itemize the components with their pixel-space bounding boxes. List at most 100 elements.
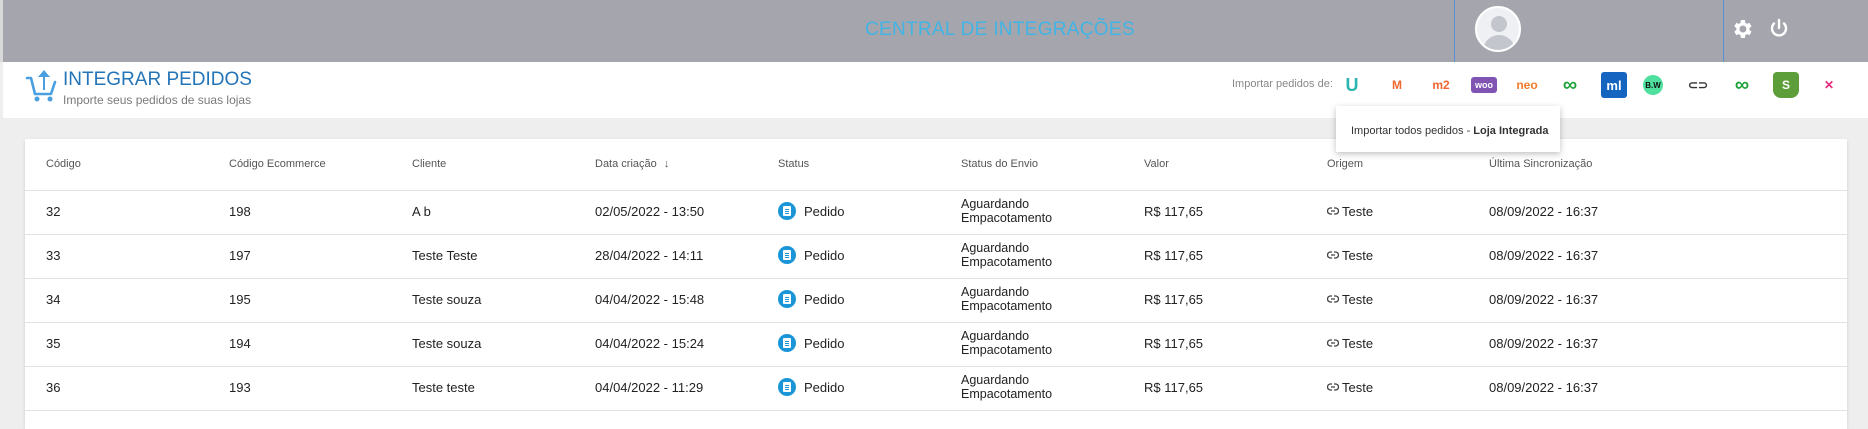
cell-data-criacao: 28/04/2022 - 14:11 [595, 248, 704, 263]
col-data-criacao[interactable]: Data criação ↓ [595, 158, 669, 170]
envio-line-2: Empacotamento [961, 387, 1053, 401]
cell-ultima-sincronizacao: 08/09/2022 - 16:37 [1489, 336, 1599, 351]
envio-line-1: Aguardando [961, 197, 1030, 211]
store-icon-shopify[interactable]: S [1773, 72, 1799, 98]
table-row[interactable]: 32 198 A b 02/05/2022 - 13:50 Pedido Aguardan… [25, 190, 1847, 235]
cell-status-envio: Aguardando Empacotamento [961, 329, 1052, 357]
cell-codigo-ecommerce: 194 [229, 336, 251, 351]
page-header: INTEGRAR PEDIDOS Importe seus pedidos de… [3, 62, 1868, 118]
gear-icon[interactable] [1730, 17, 1754, 41]
order-status-icon [778, 246, 796, 264]
cell-status: Pedido [804, 292, 845, 307]
cell-codigo-ecommerce: 195 [229, 292, 251, 307]
store-icon-neo[interactable]: neo [1514, 72, 1540, 98]
page-title: INTEGRAR PEDIDOS [63, 69, 252, 90]
col-valor[interactable]: Valor [1144, 158, 1169, 170]
cell-origem: Teste [1342, 380, 1374, 395]
cell-origem: Teste [1342, 336, 1374, 351]
col-status-envio[interactable]: Status do Envio [961, 158, 1038, 170]
cell-ultima-sincronizacao: 08/09/2022 - 16:37 [1489, 204, 1599, 219]
sort-down-icon[interactable]: ↓ [664, 158, 670, 170]
cell-ultima-sincronizacao: 08/09/2022 - 16:37 [1489, 380, 1599, 395]
divider [1454, 0, 1455, 62]
store-icon-link-store[interactable]: ⊂⊃ [1685, 72, 1711, 98]
store-icon-tray-2[interactable]: ∞ [1729, 72, 1755, 98]
cell-status: Pedido [804, 248, 845, 263]
cell-ultima-sincronizacao: 08/09/2022 - 16:37 [1489, 292, 1599, 307]
cell-codigo: 34 [46, 292, 61, 307]
cell-codigo-ecommerce: 193 [229, 380, 251, 395]
cell-valor: R$ 117,65 [1144, 336, 1204, 351]
import-label: Importar pedidos de: [1232, 78, 1333, 90]
store-icon-mercado-livre[interactable]: ml [1601, 72, 1627, 98]
app-title: CENTRAL DE INTEGRAÇÕES [865, 19, 1135, 40]
cell-origem: Teste [1342, 292, 1374, 307]
order-status-icon [778, 334, 796, 352]
envio-line-1: Aguardando [961, 241, 1030, 255]
link-icon [1327, 207, 1339, 215]
order-status-icon [778, 202, 796, 220]
order-status-icon [778, 378, 796, 396]
table-row[interactable]: 35 194 Teste souza 04/04/2022 - 15:24 Pedido… [25, 322, 1847, 367]
cell-cliente: Teste souza [412, 336, 482, 351]
cell-status-envio: Aguardando Empacotamento [961, 197, 1052, 225]
avatar[interactable] [1475, 6, 1521, 52]
link-icon [1327, 383, 1339, 391]
order-status-icon [778, 290, 796, 308]
cell-data-criacao: 02/05/2022 - 13:50 [595, 204, 705, 219]
envio-line-2: Empacotamento [961, 299, 1053, 313]
link-icon [1327, 251, 1339, 259]
store-icon-loja-integrada[interactable]: U [1339, 72, 1365, 98]
envio-line-1: Aguardando [961, 329, 1030, 343]
cell-cliente: Teste Teste [412, 248, 478, 263]
store-icon-bw[interactable]: B.W [1643, 75, 1663, 95]
cell-codigo: 33 [46, 248, 61, 263]
table-row[interactable]: 36 193 Teste teste 04/04/2022 - 11:29 Pedido… [25, 366, 1847, 411]
col-origem[interactable]: Origem [1327, 158, 1363, 170]
envio-line-1: Aguardando [961, 373, 1030, 387]
cell-valor: R$ 117,65 [1144, 248, 1204, 263]
cell-data-criacao: 04/04/2022 - 11:29 [595, 380, 704, 395]
cell-status-envio: Aguardando Empacotamento [961, 285, 1052, 313]
envio-line-2: Empacotamento [961, 343, 1053, 357]
table-row[interactable]: 34 195 Teste souza 04/04/2022 - 15:48 Pedido… [25, 278, 1847, 323]
cell-cliente: Teste souza [412, 292, 482, 307]
cell-origem: Teste [1342, 204, 1374, 219]
store-icon-tray[interactable]: ∞ [1557, 72, 1583, 98]
store-icon-woocommerce[interactable]: woo [1471, 77, 1497, 93]
store-icon-vtex-like[interactable]: ✕ [1816, 72, 1842, 98]
import-tooltip: Importar todos pedidos - Loja Integrada [1336, 106, 1560, 152]
table-row[interactable]: 33 197 Teste Teste 28/04/2022 - 14:11 Pedido… [25, 234, 1847, 279]
cell-codigo-ecommerce: 197 [229, 248, 251, 263]
envio-line-1: Aguardando [961, 285, 1030, 299]
avatar-head [1491, 16, 1507, 32]
cell-codigo: 32 [46, 204, 61, 219]
link-icon [1327, 339, 1339, 347]
store-icon-magento[interactable]: M [1384, 72, 1410, 98]
col-cliente[interactable]: Cliente [412, 158, 446, 170]
cell-codigo-ecommerce: 198 [229, 204, 251, 219]
cell-valor: R$ 117,65 [1144, 292, 1204, 307]
cell-status-envio: Aguardando Empacotamento [961, 241, 1052, 269]
avatar-body [1483, 35, 1515, 50]
tooltip-store: Loja Integrada [1473, 125, 1549, 137]
col-status[interactable]: Status [778, 158, 809, 170]
power-icon[interactable] [1767, 17, 1791, 41]
cell-data-criacao: 04/04/2022 - 15:48 [595, 292, 705, 307]
cell-ultima-sincronizacao: 08/09/2022 - 16:37 [1489, 248, 1599, 263]
col-codigo-ecommerce[interactable]: Código Ecommerce [229, 158, 326, 170]
table-header: Código Código Ecommerce Cliente Data cri… [25, 139, 1847, 191]
store-icon-magento-2[interactable]: m2 [1428, 72, 1454, 98]
col-codigo[interactable]: Código [46, 158, 81, 170]
tooltip-prefix: Importar todos pedidos - [1351, 125, 1474, 137]
cell-codigo: 36 [46, 380, 61, 395]
cell-cliente: A b [412, 204, 431, 219]
cell-status-envio: Aguardando Empacotamento [961, 373, 1052, 401]
envio-line-2: Empacotamento [961, 211, 1053, 225]
orders-table: Código Código Ecommerce Cliente Data cri… [25, 139, 1847, 429]
cell-status: Pedido [804, 204, 845, 219]
cart-upload-icon [25, 70, 57, 102]
col-ultima-sincronizacao[interactable]: Última Sincronização [1489, 158, 1592, 170]
cell-cliente: Teste teste [412, 380, 475, 395]
col-data-criacao-label: Data criação [595, 158, 657, 170]
